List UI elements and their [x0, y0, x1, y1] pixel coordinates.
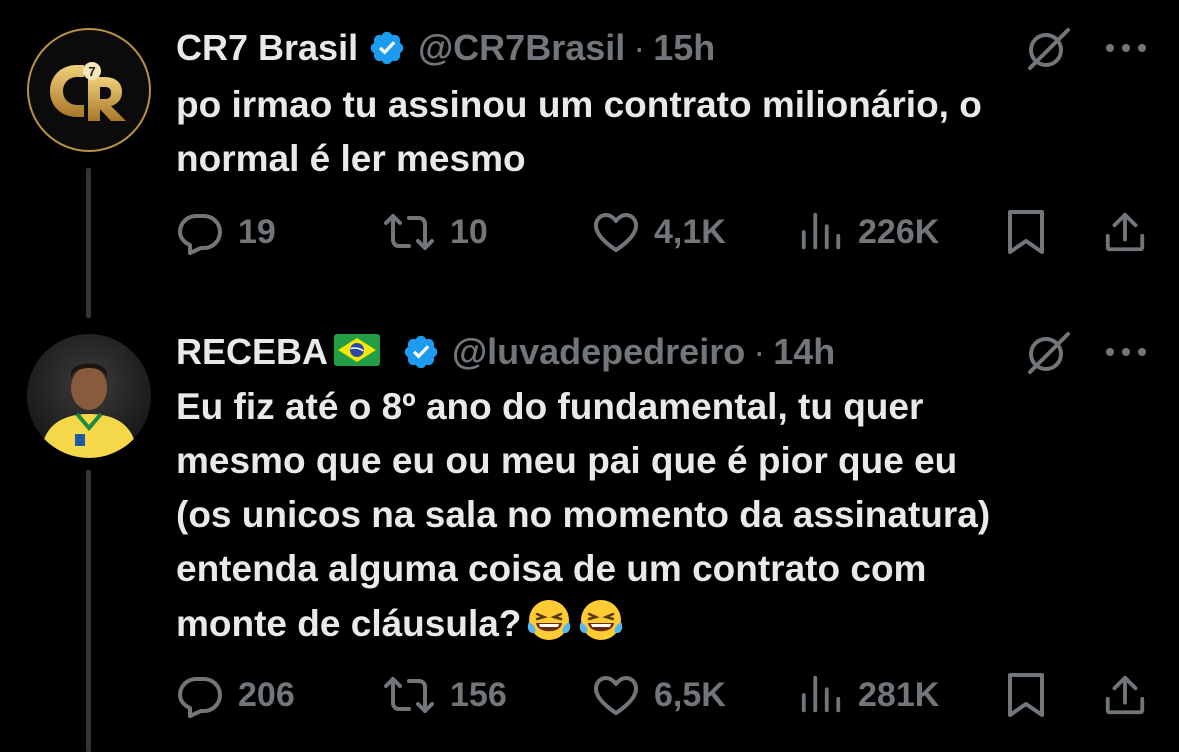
handle[interactable]: @luvadepedreiro [452, 331, 745, 373]
reply-button[interactable]: 206 [176, 665, 295, 725]
repost-icon [384, 677, 434, 713]
repost-button[interactable]: 156 [382, 665, 507, 725]
avatar-number: 7 [88, 64, 95, 79]
separator-dot: · [633, 27, 646, 68]
tweet-text-line-last: monte de cláusula? [176, 596, 1156, 651]
repost-button[interactable]: 10 [382, 202, 488, 262]
reply-icon [178, 677, 222, 718]
grok-icon[interactable] [1022, 22, 1074, 74]
repost-icon [384, 214, 434, 250]
views-button[interactable]: 281K [798, 665, 939, 725]
tweet-header: CR7 Brasil @CR7Brasil · 15h [176, 18, 715, 78]
more-options-icon[interactable] [1104, 342, 1148, 362]
tweet-text: po irmao tu assinou um contrato milionár… [176, 78, 1156, 186]
view-count: 226K [858, 212, 940, 251]
heart-icon [594, 213, 638, 252]
views-icon [801, 675, 841, 713]
more-options-icon[interactable] [1104, 38, 1148, 58]
bookmark-button[interactable] [1004, 202, 1048, 262]
action-bar: 19 10 4,1K 226K [176, 202, 1156, 262]
tweet-header: RECEBA @luvadepedreiro · 14h [176, 322, 835, 382]
timestamp[interactable]: 14h [773, 331, 835, 373]
timestamp[interactable]: 15h [653, 27, 715, 69]
tweet-text-line: entenda alguma coisa de um contrato com [176, 548, 927, 589]
brazil-flag-icon [334, 333, 381, 371]
like-count: 4,1K [654, 212, 726, 251]
repost-count: 156 [450, 675, 507, 714]
handle[interactable]: @CR7Brasil [418, 27, 625, 69]
verified-badge-icon [402, 333, 440, 371]
display-name[interactable]: RECEBA [176, 331, 328, 373]
tweet-text-line: normal é ler mesmo [176, 138, 526, 179]
tweet-text: Eu fiz até o 8º ano do fundamental, tu q… [176, 380, 1156, 651]
reply-button[interactable]: 19 [176, 202, 276, 262]
share-icon [1105, 212, 1145, 252]
reply-icon [178, 214, 222, 255]
tweet-cr7brasil[interactable]: 7 CR7 Brasil @CR7Brasil · 15h po irmao t… [0, 18, 1179, 288]
action-bar: 206 156 6,5K 281K [176, 665, 1156, 725]
repost-count: 10 [450, 212, 488, 251]
tweet-text-line: po irmao tu assinou um contrato milionár… [176, 84, 982, 125]
reply-count: 206 [238, 675, 295, 714]
reply-count: 19 [238, 212, 276, 251]
views-button[interactable]: 226K [798, 202, 939, 262]
bookmark-button[interactable] [1004, 665, 1048, 725]
like-count: 6,5K [654, 675, 726, 714]
cr7-logo-icon: 7 [50, 62, 126, 121]
verified-badge-icon [368, 29, 406, 67]
tweet-text-line: mesmo que eu ou meu pai que é pior que e… [176, 440, 958, 481]
avatar-photo [41, 363, 137, 458]
view-count: 281K [858, 675, 940, 714]
separator-dot: · [753, 331, 766, 372]
tweet-text-line: (os unicos na sala no momento da assinat… [176, 494, 991, 535]
share-button[interactable] [1102, 665, 1148, 725]
reply-thread: 7 CR7 Brasil @CR7Brasil · 15h po irmao t… [0, 0, 1179, 752]
bookmark-icon [1008, 210, 1044, 254]
grok-icon[interactable] [1022, 326, 1074, 378]
like-button[interactable]: 4,1K [592, 202, 726, 262]
share-icon [1105, 675, 1145, 715]
bookmark-icon [1008, 673, 1044, 717]
laughing-tears-emoji-icon [580, 600, 623, 640]
display-name[interactable]: CR7 Brasil [176, 27, 358, 69]
views-icon [801, 212, 841, 250]
avatar[interactable] [27, 334, 151, 458]
laughing-tears-emoji-icon [528, 600, 571, 640]
tweet-text-line: monte de cláusula? [176, 603, 522, 644]
tweet-luvadepedreiro[interactable]: RECEBA @luvadepedreiro · 14h Eu fiz até … [0, 322, 1179, 752]
tweet-text-line: Eu fiz até o 8º ano do fundamental, tu q… [176, 386, 924, 427]
like-button[interactable]: 6,5K [592, 665, 726, 725]
share-button[interactable] [1102, 202, 1148, 262]
avatar[interactable]: 7 [27, 28, 151, 152]
heart-icon [594, 676, 638, 715]
